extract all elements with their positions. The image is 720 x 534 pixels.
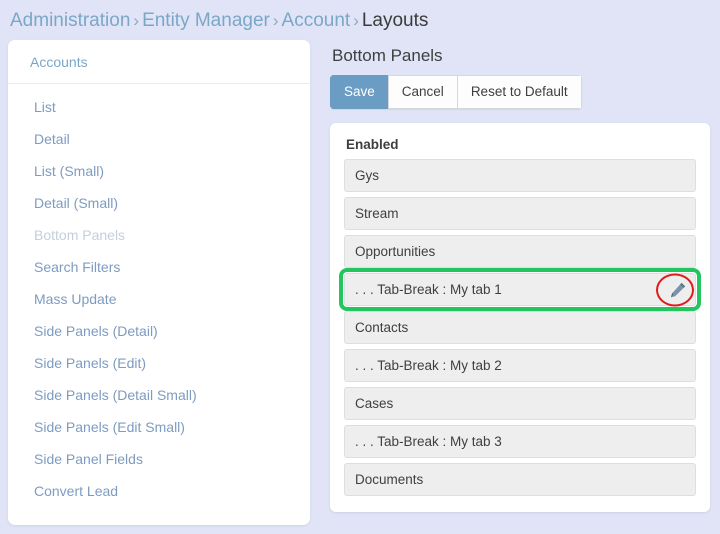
sidebar-item-detail-small[interactable]: Detail (Small) <box>8 187 310 219</box>
sidebar-item-side-panels-detail-small[interactable]: Side Panels (Detail Small) <box>8 379 310 411</box>
cancel-button[interactable]: Cancel <box>387 75 458 109</box>
breadcrumb-separator: › <box>133 11 140 30</box>
panel-row-label: . . . Tab-Break : My tab 1 <box>355 282 502 297</box>
sidebar-item-side-panels-detail[interactable]: Side Panels (Detail) <box>8 315 310 347</box>
panel-row[interactable]: Gys <box>344 159 696 192</box>
sidebar-item-side-panel-fields[interactable]: Side Panel Fields <box>8 443 310 475</box>
panel-row[interactable]: Cases <box>344 387 696 420</box>
panel-row[interactable]: Stream <box>344 197 696 230</box>
sidebar-item-search-filters[interactable]: Search Filters <box>8 251 310 283</box>
breadcrumb-separator: › <box>272 11 279 30</box>
panel-row-label: Gys <box>355 168 380 183</box>
panel-row[interactable]: Documents <box>344 463 696 496</box>
sidebar-item-bottom-panels: Bottom Panels <box>34 227 126 243</box>
sidebar: Accounts List Detail List (Small) Detail (S… <box>8 40 310 525</box>
panel-row-label: . . . Tab-Break : My tab 2 <box>355 358 502 373</box>
action-button-group: Save Cancel Reset to Default <box>330 75 582 109</box>
sidebar-item-list: List Detail List (Small) Detail (Small) Bott… <box>8 84 310 507</box>
sidebar-header-accounts[interactable]: Accounts <box>8 40 310 84</box>
breadcrumb-separator: › <box>353 11 359 30</box>
enabled-row-list: Gys Stream Opportunities . . . Tab-Break : … <box>339 159 701 496</box>
panel-row-label: . . . Tab-Break : My tab 3 <box>355 434 502 449</box>
panel-row-label: Stream <box>355 206 399 221</box>
panel-row[interactable]: Contacts <box>344 311 696 344</box>
page-title: Bottom Panels <box>332 46 443 65</box>
panel-row[interactable]: . . . Tab-Break : My tab 3 <box>344 425 696 458</box>
sidebar-item-list[interactable]: List <box>8 91 310 123</box>
enabled-panel-label: Enabled <box>346 137 399 152</box>
panel-row-label: Cases <box>355 396 394 411</box>
sidebar-item-detail[interactable]: Detail <box>8 123 310 155</box>
breadcrumb-item-layouts: Layouts <box>361 10 429 31</box>
save-button[interactable]: Save <box>330 75 389 109</box>
sidebar-item-list-small[interactable]: List (Small) <box>8 155 310 187</box>
panel-row[interactable]: . . . Tab-Break : My tab 1 <box>339 268 701 311</box>
breadcrumb: Administration › Entity Manager › Account › La… <box>0 0 720 40</box>
sidebar-item-side-panels-edit-small[interactable]: Side Panels (Edit Small) <box>8 411 310 443</box>
panel-row[interactable]: Opportunities <box>344 235 696 268</box>
breadcrumb-item-administration[interactable]: Administration <box>10 10 130 31</box>
breadcrumb-item-account[interactable]: Account <box>282 10 351 31</box>
panel-row-label: Contacts <box>355 320 409 335</box>
pencil-edit-icon[interactable] <box>669 281 687 299</box>
reset-to-default-button[interactable]: Reset to Default <box>456 75 582 109</box>
sidebar-item-mass-update[interactable]: Mass Update <box>8 283 310 315</box>
enabled-panel: Enabled Gys Stream Opportunities . . . Tab-… <box>330 123 710 512</box>
panel-row-label: Documents <box>355 472 424 487</box>
breadcrumb-item-entity-manager[interactable]: Entity Manager <box>142 10 270 31</box>
panel-row-label: Opportunities <box>355 244 436 259</box>
sidebar-item-convert-lead[interactable]: Convert Lead <box>8 475 310 507</box>
panel-row[interactable]: . . . Tab-Break : My tab 2 <box>344 349 696 382</box>
sidebar-item-side-panels-edit[interactable]: Side Panels (Edit) <box>8 347 310 379</box>
main-content: Bottom Panels Save Cancel Reset to Default… <box>328 40 712 512</box>
